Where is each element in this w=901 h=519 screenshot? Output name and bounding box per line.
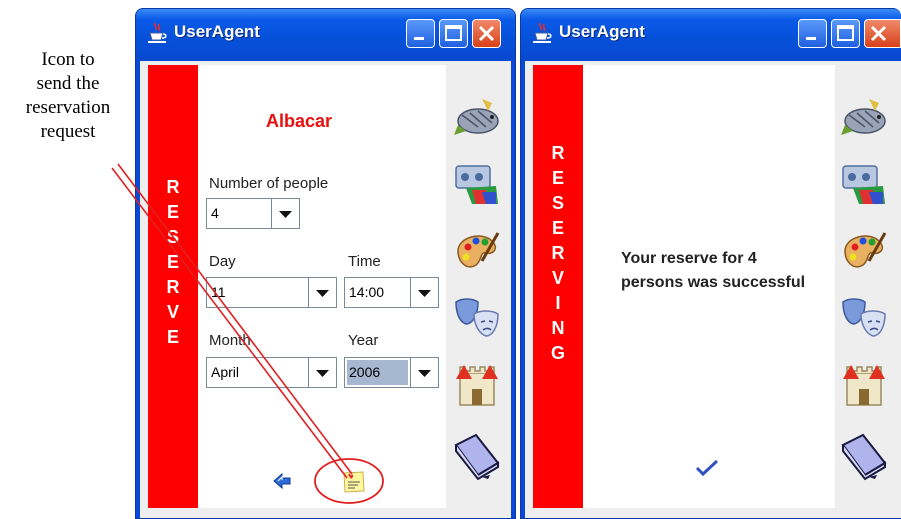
day-value: 11 <box>211 284 226 300</box>
castle-icon[interactable] <box>452 359 502 409</box>
maximize-icon <box>837 25 854 41</box>
people-value: 4 <box>211 205 219 221</box>
strip-letter: R <box>551 143 565 163</box>
film-icon[interactable] <box>452 158 502 208</box>
time-label: Time <box>348 253 381 270</box>
strip-letter: E <box>166 202 179 222</box>
window-client-area: R E S E R V E Albacar Number of people 4… <box>140 61 511 518</box>
title-bar[interactable]: UserAgent <box>521 9 901 61</box>
strip-letter: E <box>551 168 564 188</box>
minimize-button[interactable] <box>798 19 827 48</box>
status-panel: R E S E R V I N G Your reserve for 4 per… <box>533 65 835 508</box>
castle-icon[interactable] <box>839 359 889 409</box>
strip-letter: S <box>551 193 564 213</box>
strip-letter: E <box>166 327 179 347</box>
strip-letter: V <box>166 302 179 322</box>
window-title: UserAgent <box>559 22 645 41</box>
strip-letter: G <box>550 343 565 363</box>
palette-icon[interactable] <box>839 225 889 275</box>
chevron-down-icon[interactable] <box>308 358 336 387</box>
close-icon <box>478 25 495 42</box>
book-icon[interactable] <box>452 431 502 481</box>
chevron-down-icon[interactable] <box>308 278 336 307</box>
time-select[interactable]: 14:00 <box>344 277 439 308</box>
annotation-line: reservation <box>25 97 111 118</box>
chevron-down-icon[interactable] <box>271 199 299 228</box>
title-bar[interactable]: UserAgent <box>136 9 515 61</box>
strip-letter: R <box>166 177 180 197</box>
close-button[interactable] <box>864 19 901 48</box>
strip-letter: V <box>551 268 564 288</box>
maximize-button[interactable] <box>439 19 468 48</box>
send-reservation-icon[interactable] <box>341 469 367 495</box>
reserving-strip: R E S E R V I N G <box>533 65 583 508</box>
close-icon <box>870 25 887 42</box>
fish-icon[interactable] <box>452 91 502 141</box>
people-label: Number of people <box>209 175 329 192</box>
month-label: Month <box>209 332 251 349</box>
strip-label: R E S E R V I N G <box>533 141 583 366</box>
maximize-icon <box>445 25 462 41</box>
minimize-icon <box>414 37 424 40</box>
window-title: UserAgent <box>174 22 260 41</box>
annotation-line: send the <box>36 73 100 94</box>
strip-letter: R <box>166 277 180 297</box>
book-icon[interactable] <box>839 431 889 481</box>
annotation-line: request <box>40 121 96 142</box>
useragent-window-reserve: UserAgent R E S E R V E Albacar Number o… <box>135 8 516 519</box>
year-select[interactable]: 2006 <box>344 357 439 388</box>
fish-icon[interactable] <box>839 91 889 141</box>
close-button[interactable] <box>472 19 501 48</box>
java-cup-icon <box>148 22 167 43</box>
strip-letter: I <box>555 293 561 313</box>
day-select[interactable]: 11 <box>206 277 337 308</box>
reserve-strip: R E S E R V E <box>148 65 198 508</box>
strip-label: R E S E R V E <box>148 175 198 350</box>
annotation-line: Icon to <box>41 49 95 70</box>
chevron-down-icon[interactable] <box>410 278 438 307</box>
month-select[interactable]: April <box>206 357 337 388</box>
film-icon[interactable] <box>839 158 889 208</box>
window-client-area: R E S E R V I N G Your reserve for 4 per… <box>525 61 901 518</box>
minimize-button[interactable] <box>406 19 435 48</box>
people-select[interactable]: 4 <box>206 198 300 229</box>
success-message: Your reserve for 4 persons was successfu… <box>621 250 806 291</box>
strip-letter: E <box>551 218 564 238</box>
year-value: 2006 <box>349 364 381 380</box>
java-cup-icon <box>533 22 552 43</box>
day-label: Day <box>209 253 236 270</box>
palette-icon[interactable] <box>452 225 502 275</box>
maximize-button[interactable] <box>831 19 860 48</box>
time-value: 14:00 <box>349 284 385 300</box>
restaurant-name: Albacar <box>266 111 333 131</box>
checkmark-icon <box>695 459 719 477</box>
chevron-down-icon[interactable] <box>410 358 438 387</box>
month-value: April <box>211 364 240 380</box>
useragent-window-reserving: UserAgent R E S E R V I N G Your reserve… <box>520 8 901 519</box>
annotation-text: Icon to send the reservation request <box>2 48 134 144</box>
strip-letter: R <box>551 243 565 263</box>
reservation-panel: R E S E R V E Albacar Number of people 4… <box>148 65 446 508</box>
theater-masks-icon[interactable] <box>839 292 889 342</box>
strip-letter: E <box>166 252 179 272</box>
minimize-icon <box>806 37 816 40</box>
back-arrow-icon[interactable] <box>272 471 292 491</box>
year-label: Year <box>348 332 379 349</box>
theater-masks-icon[interactable] <box>452 292 502 342</box>
strip-letter: N <box>551 318 565 338</box>
strip-letter: S <box>166 227 179 247</box>
